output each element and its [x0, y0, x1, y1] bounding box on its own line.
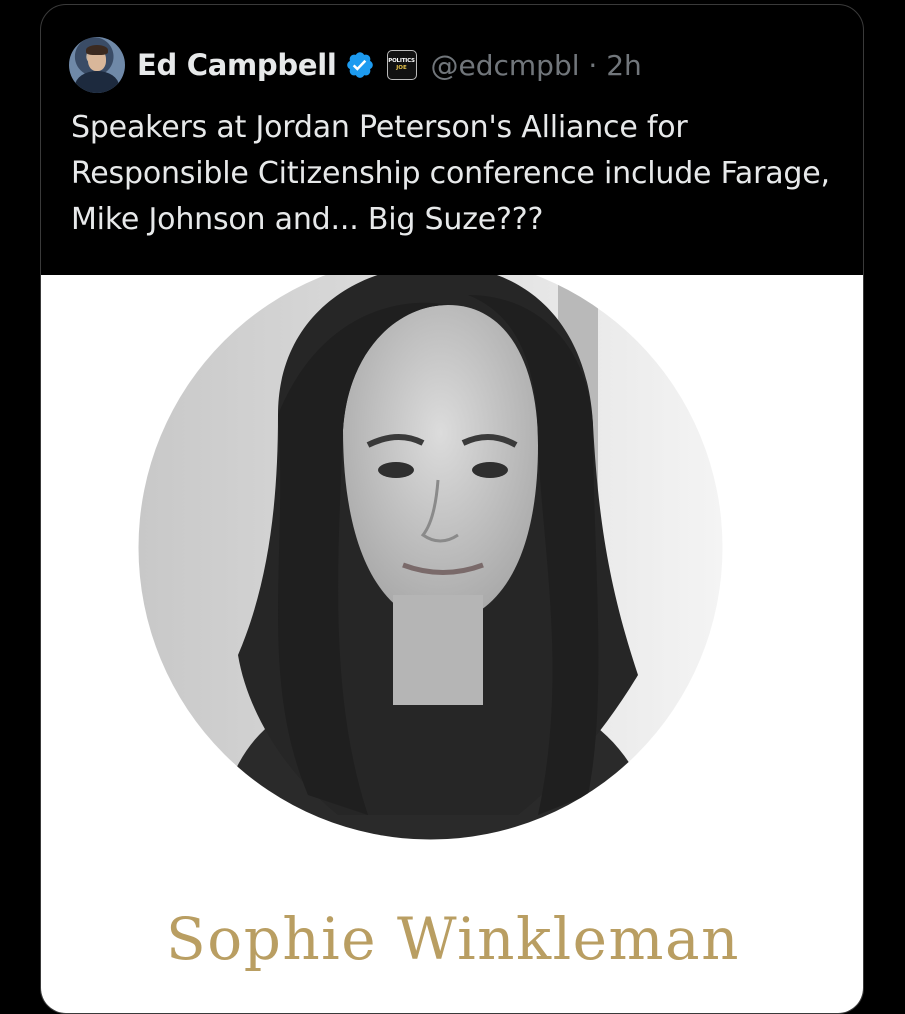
tweet-card[interactable]: Ed Campbell POLITICS JOE @edcmpbl · 2h S…	[40, 4, 864, 1014]
tweet-media-image[interactable]: Sophie Winkleman	[41, 275, 863, 1013]
author-avatar[interactable]	[69, 37, 125, 93]
politics-joe-affiliate-icon[interactable]: POLITICS JOE	[386, 50, 417, 80]
author-handle[interactable]: @edcmpbl · 2h	[431, 49, 642, 82]
post-time[interactable]: 2h	[606, 49, 642, 82]
author-name[interactable]: Ed Campbell	[137, 48, 337, 82]
verified-badge-icon	[346, 52, 373, 78]
tweet-header: Ed Campbell POLITICS JOE @edcmpbl · 2h	[69, 35, 642, 95]
tweet-text: Speakers at Jordan Peterson's Alliance f…	[71, 110, 830, 237]
portrait-photo	[138, 275, 723, 840]
speaker-name-caption: Sophie Winkleman	[166, 905, 740, 973]
